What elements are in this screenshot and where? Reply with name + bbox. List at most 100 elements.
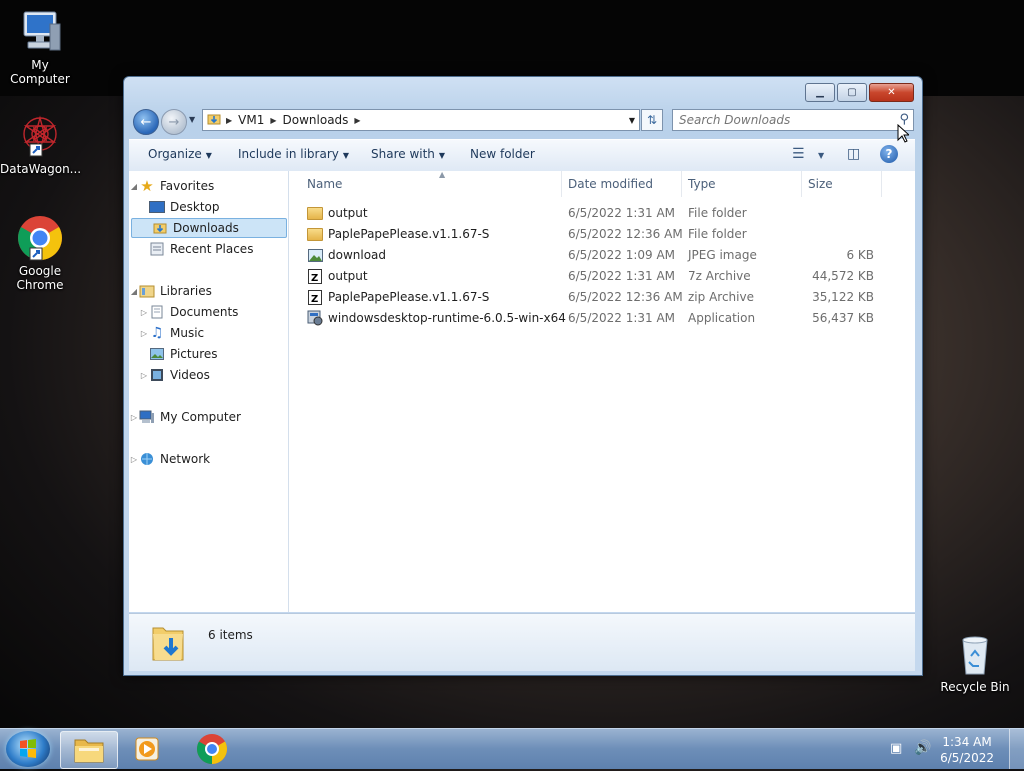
file-list: Name ▲ Date modified Type Size output 6/… bbox=[289, 170, 915, 612]
network-tray-icon[interactable]: ▣ bbox=[890, 741, 902, 756]
nav-label: Downloads bbox=[173, 221, 239, 235]
breadcrumb-chevron-icon[interactable]: ▶ bbox=[224, 116, 234, 125]
file-name: windowsdesktop-runtime-6.0.5-win-x64 bbox=[328, 311, 566, 325]
mouse-cursor-icon bbox=[897, 123, 911, 147]
nav-desktop[interactable]: Desktop bbox=[129, 197, 305, 217]
breadcrumb-chevron-icon[interactable]: ▶ bbox=[352, 116, 362, 125]
file-row[interactable]: windowsdesktop-runtime-6.0.5-win-x64 6/5… bbox=[307, 308, 897, 329]
address-dropdown-icon[interactable]: ▼ bbox=[629, 116, 635, 125]
file-row[interactable]: Z PaplePapePlease.v1.1.67-S 6/5/2022 12:… bbox=[307, 287, 897, 308]
music-icon: ♫ bbox=[150, 325, 164, 341]
expand-triangle-icon[interactable]: ▷ bbox=[129, 413, 139, 422]
nav-label: Music bbox=[170, 326, 205, 340]
show-desktop-button[interactable] bbox=[1009, 729, 1024, 769]
file-row[interactable]: PaplePapePlease.v1.1.67-S 6/5/2022 12:36… bbox=[307, 224, 897, 245]
file-row[interactable]: output 6/5/2022 1:31 AM File folder bbox=[307, 203, 897, 224]
archive-icon: Z bbox=[307, 268, 323, 284]
explorer-window: ▁ ▢ ✕ ← → ▼ ▶ VM1 ▶ Downloads ▶ ▼ ⇅ ⚲ Or… bbox=[123, 76, 923, 676]
minimize-button[interactable]: ▁ bbox=[805, 83, 835, 102]
volume-icon[interactable]: 🔊 bbox=[914, 740, 931, 756]
desktop-icon-datawagon[interactable]: DataWagon... bbox=[0, 112, 81, 176]
datawagon-icon bbox=[16, 112, 64, 160]
share-with-button[interactable]: Share with ▼ bbox=[371, 147, 445, 161]
expand-triangle-icon[interactable]: ▷ bbox=[139, 329, 149, 338]
expand-triangle-icon[interactable]: ▷ bbox=[139, 371, 149, 380]
nav-label: Pictures bbox=[170, 347, 218, 361]
change-view-button[interactable]: ☰ bbox=[792, 146, 805, 162]
explorer-folder-icon bbox=[74, 739, 104, 763]
media-player-icon bbox=[135, 737, 159, 761]
navigation-bar: ← → ▼ ▶ VM1 ▶ Downloads ▶ ▼ ⇅ ⚲ bbox=[132, 107, 914, 135]
recent-pages-dropdown[interactable]: ▼ bbox=[189, 115, 195, 124]
file-name: PaplePapePlease.v1.1.67-S bbox=[328, 290, 490, 304]
new-folder-button[interactable]: New folder bbox=[470, 147, 535, 161]
caption-buttons: ▁ ▢ ✕ bbox=[805, 83, 914, 102]
expand-triangle-icon[interactable]: ◢ bbox=[129, 182, 139, 191]
column-header-name[interactable]: Name ▲ bbox=[301, 170, 562, 197]
help-button[interactable]: ? bbox=[880, 145, 898, 163]
breadcrumb-vm1[interactable]: VM1 bbox=[234, 113, 268, 127]
organize-label: Organize bbox=[148, 147, 202, 161]
nav-recent-places[interactable]: Recent Places bbox=[129, 239, 305, 259]
organize-button[interactable]: Organize ▼ bbox=[148, 147, 212, 161]
nav-label: Recent Places bbox=[170, 242, 254, 256]
archive-icon: Z bbox=[307, 289, 323, 305]
forward-button[interactable]: → bbox=[161, 109, 187, 135]
expand-triangle-icon[interactable]: ◢ bbox=[129, 287, 139, 296]
expand-triangle-icon[interactable]: ▷ bbox=[139, 308, 149, 317]
desktop-icon-google-chrome[interactable]: Google Chrome bbox=[0, 214, 80, 292]
view-list-icon: ☰ bbox=[792, 146, 805, 162]
breadcrumb-chevron-icon[interactable]: ▶ bbox=[268, 116, 278, 125]
refresh-button[interactable]: ⇅ bbox=[641, 109, 663, 131]
nav-downloads[interactable]: Downloads bbox=[131, 218, 287, 238]
desktop-icon-my-computer[interactable]: My Computer bbox=[0, 8, 80, 86]
nav-label: Libraries bbox=[160, 284, 212, 298]
libraries-icon bbox=[139, 284, 155, 298]
nav-libraries[interactable]: ◢ Libraries bbox=[129, 281, 285, 301]
chrome-icon bbox=[196, 734, 228, 764]
file-type: Application bbox=[688, 311, 756, 325]
expand-triangle-icon[interactable]: ▷ bbox=[129, 455, 139, 464]
taskbar-chrome-button[interactable] bbox=[184, 731, 240, 767]
column-header-type[interactable]: Type bbox=[682, 171, 802, 197]
desktop-icon-recycle-bin[interactable]: Recycle Bin bbox=[935, 630, 1015, 694]
downloads-folder-icon bbox=[152, 221, 168, 235]
chevron-down-icon: ▼ bbox=[438, 151, 446, 160]
file-size: 56,437 KB bbox=[812, 311, 874, 325]
address-bar[interactable]: ▶ VM1 ▶ Downloads ▶ ▼ bbox=[202, 109, 640, 131]
nav-my-computer[interactable]: ▷ My Computer bbox=[129, 407, 285, 427]
view-options-dropdown[interactable]: ▼ bbox=[818, 151, 824, 160]
item-count: 6 items bbox=[208, 628, 253, 642]
svg-text:Z: Z bbox=[311, 273, 318, 284]
nav-pictures[interactable]: Pictures bbox=[129, 344, 295, 364]
nav-documents[interactable]: ▷ Documents bbox=[129, 302, 295, 322]
clock[interactable]: 1:34 AM 6/5/2022 bbox=[940, 734, 994, 766]
close-button[interactable]: ✕ bbox=[869, 83, 914, 102]
folder-icon bbox=[307, 226, 323, 242]
breadcrumb-downloads[interactable]: Downloads bbox=[279, 113, 353, 127]
file-row[interactable]: Z output 6/5/2022 1:31 AM 7z Archive 44,… bbox=[307, 266, 897, 287]
computer-icon bbox=[16, 8, 64, 56]
nav-network[interactable]: ▷ Network bbox=[129, 449, 285, 469]
nav-music[interactable]: ▷ ♫ Music bbox=[129, 323, 295, 343]
nav-videos[interactable]: ▷ Videos bbox=[129, 365, 295, 385]
computer-icon bbox=[139, 410, 155, 424]
preview-pane-button[interactable]: ◫ bbox=[847, 146, 860, 162]
search-box[interactable]: ⚲ bbox=[672, 109, 914, 131]
start-button[interactable] bbox=[6, 731, 50, 767]
include-in-library-button[interactable]: Include in library ▼ bbox=[238, 147, 349, 161]
taskbar-explorer-button[interactable] bbox=[60, 731, 118, 769]
column-header-size[interactable]: Size bbox=[802, 171, 882, 197]
file-type: 7z Archive bbox=[688, 269, 751, 283]
file-size: 44,572 KB bbox=[812, 269, 874, 283]
nav-favorites[interactable]: ◢ ★ Favorites bbox=[129, 176, 285, 196]
taskbar-media-player-button[interactable] bbox=[120, 731, 176, 767]
command-bar: Organize ▼ Include in library ▼ Share with… bbox=[129, 139, 915, 172]
chevron-down-icon: ▼ bbox=[205, 151, 212, 160]
nav-label: Favorites bbox=[160, 179, 215, 193]
column-header-date-modified[interactable]: Date modified bbox=[562, 171, 682, 197]
search-input[interactable] bbox=[673, 112, 881, 128]
maximize-button[interactable]: ▢ bbox=[837, 83, 867, 102]
back-button[interactable]: ← bbox=[133, 109, 159, 135]
file-row[interactable]: download 6/5/2022 1:09 AM JPEG image 6 K… bbox=[307, 245, 897, 266]
